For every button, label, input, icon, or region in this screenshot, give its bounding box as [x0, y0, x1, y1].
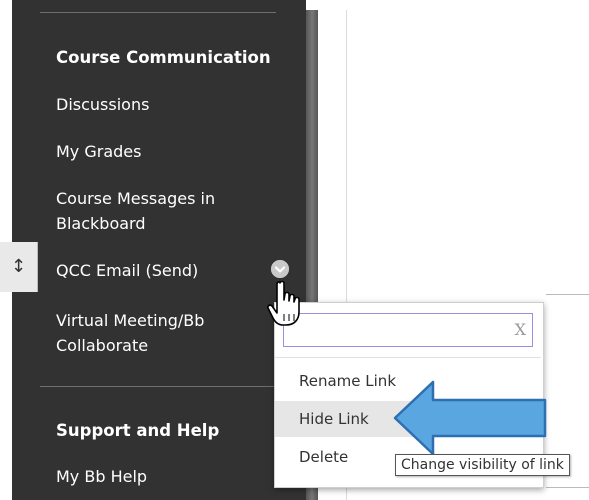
- sidebar-item-qcc-email[interactable]: QCC Email (Send): [56, 258, 198, 283]
- sidebar-item-label-line2: Blackboard: [56, 214, 146, 233]
- section-heading-course-communication: Course Communication: [56, 48, 271, 67]
- sidebar-item-course-messages[interactable]: Course Messages in Blackboard: [56, 186, 215, 236]
- pointer-arrow-icon: [393, 380, 547, 456]
- up-down-arrow-icon[interactable]: ↕: [0, 242, 38, 292]
- course-menu-sidebar: Course Communication Discussions My Grad…: [12, 0, 318, 500]
- sidebar-item-my-bb-help[interactable]: My Bb Help: [56, 464, 147, 489]
- chevron-down-icon[interactable]: [271, 260, 289, 278]
- hand-cursor-icon: [267, 280, 300, 326]
- sidebar-item-virtual-meeting[interactable]: Virtual Meeting/Bb Collaborate: [56, 308, 204, 358]
- section-heading-support-help: Support and Help: [56, 421, 220, 440]
- divider-middle: [40, 386, 276, 387]
- content-divider: [546, 294, 589, 295]
- divider-top: [40, 12, 276, 13]
- content-divider-bottom: [546, 487, 589, 488]
- sidebar-item-label-line1: Course Messages in: [56, 189, 216, 208]
- sidebar-item-discussions[interactable]: Discussions: [56, 92, 149, 117]
- tooltip: Change visibility of link: [395, 454, 570, 476]
- sidebar-item-my-grades[interactable]: My Grades: [56, 139, 141, 164]
- close-icon[interactable]: X: [515, 320, 526, 339]
- sidebar-item-label-line2: Collaborate: [56, 336, 149, 355]
- rename-input[interactable]: X: [283, 313, 533, 347]
- sidebar-item-label-line1: Virtual Meeting/Bb: [56, 311, 205, 330]
- menu-divider: [275, 357, 541, 358]
